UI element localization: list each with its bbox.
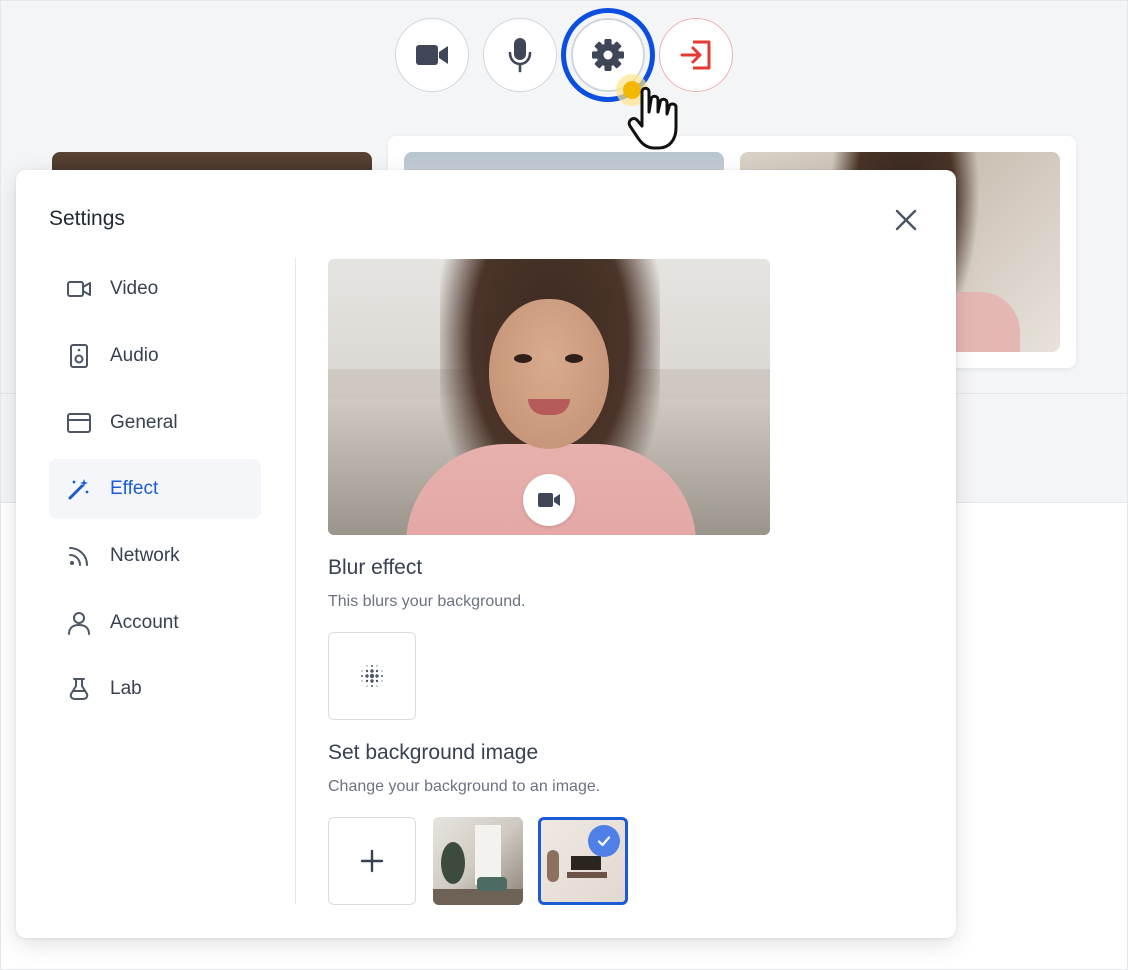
blur-effect-title: Blur effect (328, 556, 423, 579)
magic-wand-icon (67, 477, 91, 501)
sidebar-item-label: General (110, 412, 178, 433)
background-thumbnail[interactable] (433, 817, 523, 905)
blur-icon (361, 665, 383, 687)
sidebar-item-label: Video (110, 278, 159, 299)
close-button[interactable] (892, 206, 920, 234)
gear-icon (592, 39, 624, 71)
window-icon (67, 411, 91, 435)
sidebar-item-label: Effect (110, 478, 159, 499)
check-icon (597, 836, 611, 847)
close-icon (895, 209, 917, 231)
background-image-title: Set background image (328, 741, 539, 764)
video-toggle-button[interactable] (395, 18, 469, 92)
user-icon (67, 611, 91, 635)
add-background-button[interactable] (328, 817, 416, 905)
sidebar-item-label: Audio (110, 345, 159, 366)
settings-modal: Settings Video Audio General Effect Netw… (16, 170, 956, 938)
sidebar-item-audio[interactable]: Audio (49, 326, 261, 386)
modal-title: Settings (49, 207, 125, 230)
sidebar-item-network[interactable]: Network (49, 526, 261, 586)
preview-camera-button[interactable] (523, 474, 575, 526)
sidebar-divider (295, 258, 296, 904)
video-camera-icon (416, 45, 448, 65)
sidebar-item-label: Network (110, 545, 180, 566)
sidebar-item-account[interactable]: Account (49, 593, 261, 653)
sidebar-item-label: Account (110, 612, 179, 633)
microphone-icon (508, 38, 532, 73)
background-image-description: Change your background to an image. (328, 778, 601, 795)
video-icon (67, 277, 91, 301)
sidebar-item-lab[interactable]: Lab (49, 659, 261, 719)
sidebar-item-label: Lab (110, 678, 142, 699)
microphone-toggle-button[interactable] (483, 18, 557, 92)
blur-effect-description: This blurs your background. (328, 593, 526, 610)
flask-icon (67, 677, 91, 701)
video-camera-icon (538, 493, 560, 507)
speaker-icon (67, 344, 91, 368)
selected-check-badge (588, 825, 620, 857)
camera-preview (328, 259, 770, 535)
sidebar-item-video[interactable]: Video (49, 259, 261, 319)
background-thumbnail-selected[interactable] (538, 817, 628, 905)
plus-icon (360, 849, 384, 873)
leave-icon (680, 40, 711, 70)
pointer-hand-icon (616, 74, 678, 150)
rss-icon (67, 544, 91, 568)
sidebar-item-effect[interactable]: Effect (49, 459, 261, 519)
sidebar-item-general[interactable]: General (49, 393, 261, 453)
blur-option-button[interactable] (328, 632, 416, 720)
